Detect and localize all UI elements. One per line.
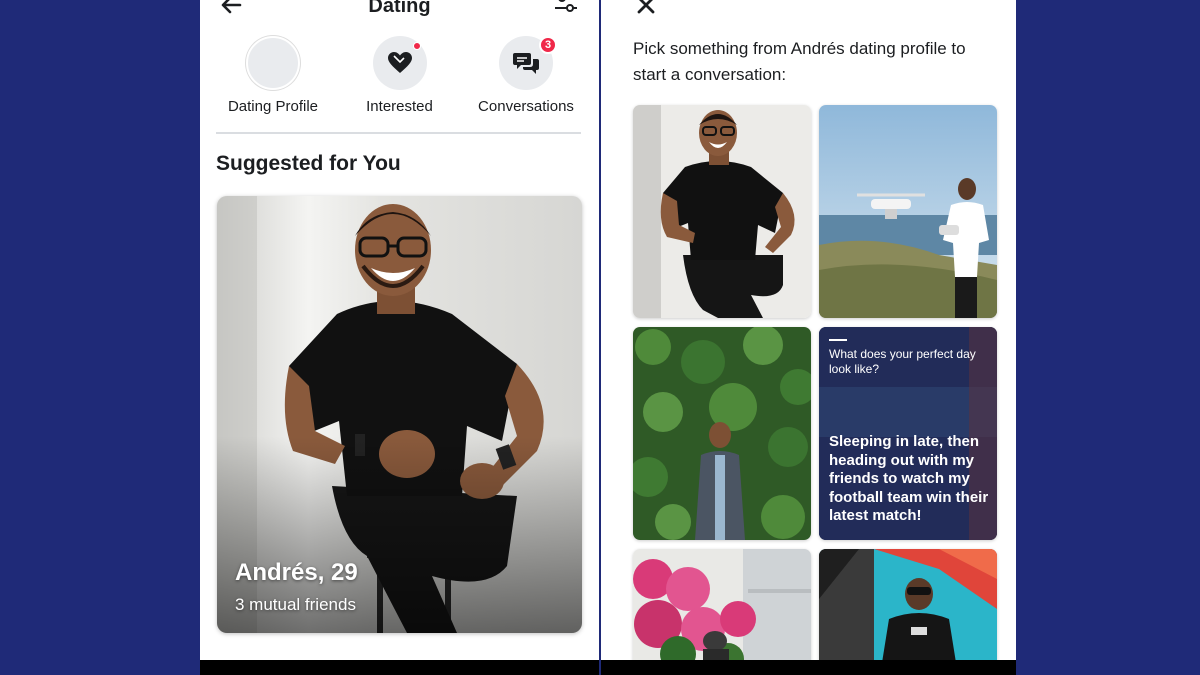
profile-photo-tile[interactable] [819, 105, 997, 318]
prompt-answer-tile[interactable]: What does your perfect day look like? Sl… [819, 327, 997, 540]
notification-dot [412, 42, 421, 50]
dating-shortcuts: Dating Profile Interested 3 Conversation… [210, 36, 589, 116]
avatar [246, 36, 300, 90]
profile-photo-tile[interactable] [819, 549, 997, 660]
photo-flowers [633, 549, 811, 660]
heart-icon [387, 52, 412, 73]
profile-name-age: Andrés, 29 [235, 559, 358, 586]
screen-title: Dating [368, 0, 431, 17]
conversations-shortcut[interactable]: 3 Conversations [463, 36, 589, 116]
dating-profile-shortcut[interactable]: Dating Profile [210, 36, 336, 116]
profile-photo-tile[interactable] [633, 327, 811, 540]
shortcut-label: Conversations [478, 98, 574, 115]
filter-icon[interactable] [553, 0, 579, 16]
qa-question: What does your perfect day look like? [829, 347, 976, 376]
interested-shortcut[interactable]: Interested [337, 36, 463, 116]
heart-icon-circle [372, 36, 427, 90]
start-conversation-screen: Pick something from Andrés dating profil… [601, 0, 1016, 660]
suggested-profile-card[interactable]: Andrés, 29 3 mutual friends [217, 196, 582, 633]
top-bar: Dating [200, 0, 599, 22]
section-title: Suggested for You [216, 152, 401, 175]
photo-colorful-wall [819, 549, 997, 660]
chat-icon-circle: 3 [499, 36, 557, 90]
photo-drone [819, 105, 997, 318]
close-icon[interactable] [635, 0, 657, 16]
system-nav-bar [601, 660, 1016, 675]
photo-ivy-wall [633, 327, 811, 540]
shortcut-label: Dating Profile [227, 98, 319, 115]
shortcut-label: Interested [366, 98, 433, 115]
chat-bubbles-icon [513, 53, 539, 74]
system-nav-bar [200, 660, 599, 675]
mutual-friends-text: 3 mutual friends [235, 595, 356, 614]
conversations-badge: 3 [539, 36, 557, 54]
conversation-prompt: Pick something from Andrés dating profil… [633, 39, 966, 84]
profile-photo-tile[interactable] [633, 549, 811, 660]
profile-photo-tile[interactable] [633, 105, 811, 318]
photo-laughing [633, 105, 811, 318]
qa-answer: Sleeping in late, then heading out with … [829, 433, 989, 524]
qa-rule [829, 339, 847, 341]
dating-home-screen: Dating Dating Profile Interested 3 Conve… [200, 0, 599, 660]
divider [216, 132, 581, 134]
